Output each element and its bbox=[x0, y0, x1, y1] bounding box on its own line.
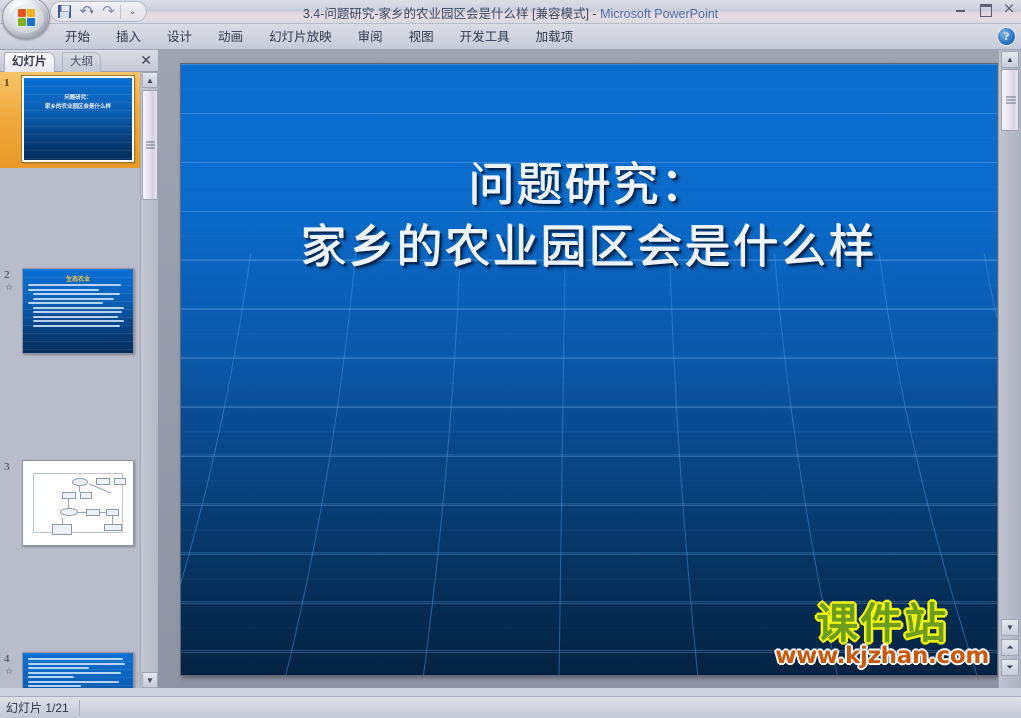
window-title-product: Microsoft PowerPoint bbox=[600, 7, 719, 21]
diagram-icon bbox=[33, 473, 126, 535]
thumbnail-number: 2 bbox=[4, 269, 10, 281]
current-slide[interactable]: 问题研究： 家乡的农业园区会是什么样 课件站 www.kjzhan.com bbox=[180, 63, 998, 676]
window-title: 3.4-问题研究-家乡的农业园区会是什么样 [兼容模式] - Microsoft… bbox=[0, 3, 1021, 22]
ribbon-tabs: 开始 插入 设计 动画 幻灯片放映 审阅 视图 开发工具 加载项 bbox=[52, 24, 586, 50]
status-divider bbox=[78, 699, 80, 716]
panel-tab-strip: 幻灯片 大纲 ✕ bbox=[0, 50, 158, 72]
tab-slideshow[interactable]: 幻灯片放映 bbox=[256, 25, 345, 49]
thumbnail-preview[interactable]: 问题研究： 家乡的农业园区会是什么样 bbox=[21, 75, 135, 163]
chevron-down-icon: ⌄ bbox=[128, 6, 137, 16]
redo-button[interactable]: ↷ bbox=[98, 3, 119, 21]
thumbnail-title: 问题研究： 家乡的农业园区会是什么样 bbox=[44, 95, 111, 110]
restore-button[interactable] bbox=[977, 1, 993, 17]
chevron-down-icon[interactable]: ▾ bbox=[90, 8, 94, 16]
close-button[interactable]: × bbox=[1001, 1, 1017, 16]
status-bar: 幻灯片 1/21 bbox=[0, 696, 1021, 718]
window-title-document: 3.4-问题研究-家乡的农业园区会是什么样 [兼容模式] bbox=[302, 7, 589, 21]
slides-panel: 幻灯片 大纲 ✕ 1 问题研究： 家乡的农业园区会是什么样 2 ☆ 生态农业 3… bbox=[0, 50, 158, 688]
save-icon bbox=[58, 5, 71, 18]
list-item[interactable]: 3 bbox=[0, 456, 140, 552]
scroll-down-button[interactable]: ▼ bbox=[142, 672, 158, 688]
slide-title-line-2: 家乡的农业园区会是什么样 bbox=[301, 220, 877, 274]
thumbnail-number: 3 bbox=[4, 461, 10, 473]
tab-addins[interactable]: 加载项 bbox=[523, 25, 587, 49]
thumbnail-body bbox=[28, 284, 129, 329]
animation-icon: ☆ bbox=[4, 282, 14, 292]
previous-slide-button[interactable]: ⏶ bbox=[1001, 639, 1019, 656]
tab-insert[interactable]: 插入 bbox=[103, 25, 154, 49]
scrollbar-thumb[interactable] bbox=[142, 90, 158, 200]
customize-quick-access-button[interactable]: ⌄ bbox=[122, 3, 143, 21]
minimize-button[interactable] bbox=[953, 1, 969, 16]
ribbon-tab-bar: 开始 插入 设计 动画 幻灯片放映 审阅 视图 开发工具 加载项 ? bbox=[0, 24, 1021, 50]
title-bar: 3.4-问题研究-家乡的农业园区会是什么样 [兼容模式] - Microsoft… bbox=[0, 0, 1021, 24]
animation-icon: ☆ bbox=[4, 666, 14, 676]
thumbnail-list[interactable]: 1 问题研究： 家乡的农业园区会是什么样 2 ☆ 生态农业 3 4 ☆ bbox=[0, 72, 140, 688]
slide-canvas[interactable]: 问题研究： 家乡的农业园区会是什么样 课件站 www.kjzhan.com bbox=[181, 64, 997, 675]
tab-slides[interactable]: 幻灯片 bbox=[4, 52, 55, 72]
help-icon[interactable]: ? bbox=[998, 28, 1015, 45]
next-slide-button[interactable]: ⏷ bbox=[1001, 659, 1019, 676]
slide-counter: 幻灯片 1/21 bbox=[6, 701, 69, 715]
thumbnail-preview[interactable] bbox=[22, 652, 134, 688]
tab-animations[interactable]: 动画 bbox=[205, 25, 256, 49]
office-orb-inner bbox=[10, 4, 44, 33]
save-button[interactable] bbox=[54, 3, 75, 21]
tab-view[interactable]: 视图 bbox=[396, 25, 447, 49]
thumbnail-number: 1 bbox=[4, 77, 10, 89]
list-item[interactable]: 1 问题研究： 家乡的农业园区会是什么样 bbox=[0, 72, 140, 168]
scroll-up-button[interactable]: ▲ bbox=[142, 72, 158, 88]
office-logo-icon bbox=[18, 9, 37, 28]
close-icon[interactable]: ✕ bbox=[140, 53, 152, 69]
slide-title-textbox[interactable]: 问题研究： 家乡的农业园区会是什么样 bbox=[181, 154, 997, 278]
quick-access-toolbar: ↶ ▾ ↷ ⌄ bbox=[50, 1, 147, 22]
undo-button[interactable]: ↶ ▾ bbox=[76, 3, 97, 21]
powerpoint-window: 3.4-问题研究-家乡的农业园区会是什么样 [兼容模式] - Microsoft… bbox=[0, 0, 1021, 718]
slide-editing-area: 问题研究： 家乡的农业园区会是什么样 课件站 www.kjzhan.com ▲ … bbox=[158, 50, 1021, 688]
scroll-up-button[interactable]: ▲ bbox=[1001, 51, 1019, 68]
tab-design[interactable]: 设计 bbox=[154, 25, 205, 49]
tab-home[interactable]: 开始 bbox=[52, 25, 103, 49]
window-controls: × bbox=[953, 1, 1017, 17]
slide-scrollbar[interactable]: ▲ ▼ ⏶ ⏷ bbox=[998, 50, 1021, 688]
list-item[interactable]: 4 ☆ bbox=[0, 648, 140, 688]
scroll-down-button[interactable]: ▼ bbox=[1001, 619, 1019, 636]
slide-title-line-1: 问题研究： bbox=[469, 158, 709, 212]
thumbnail-preview[interactable]: 生态农业 bbox=[22, 268, 134, 354]
tab-outline[interactable]: 大纲 bbox=[62, 52, 101, 72]
toolbar-divider bbox=[120, 4, 121, 19]
window-title-separator: - bbox=[588, 7, 601, 21]
thumbnail-scrollbar[interactable]: ▲ ▼ bbox=[140, 72, 158, 688]
tab-review[interactable]: 审阅 bbox=[345, 25, 396, 49]
tab-developer[interactable]: 开发工具 bbox=[447, 25, 523, 49]
list-item[interactable]: 2 ☆ 生态农业 bbox=[0, 264, 140, 360]
scrollbar-thumb[interactable] bbox=[1001, 69, 1019, 131]
thumbnail-number: 4 bbox=[4, 653, 10, 665]
thumbnail-preview[interactable] bbox=[22, 460, 134, 546]
thumbnail-title: 生态农业 bbox=[65, 277, 90, 283]
thumbnail-body bbox=[28, 658, 129, 688]
redo-icon: ↷ bbox=[102, 2, 115, 20]
